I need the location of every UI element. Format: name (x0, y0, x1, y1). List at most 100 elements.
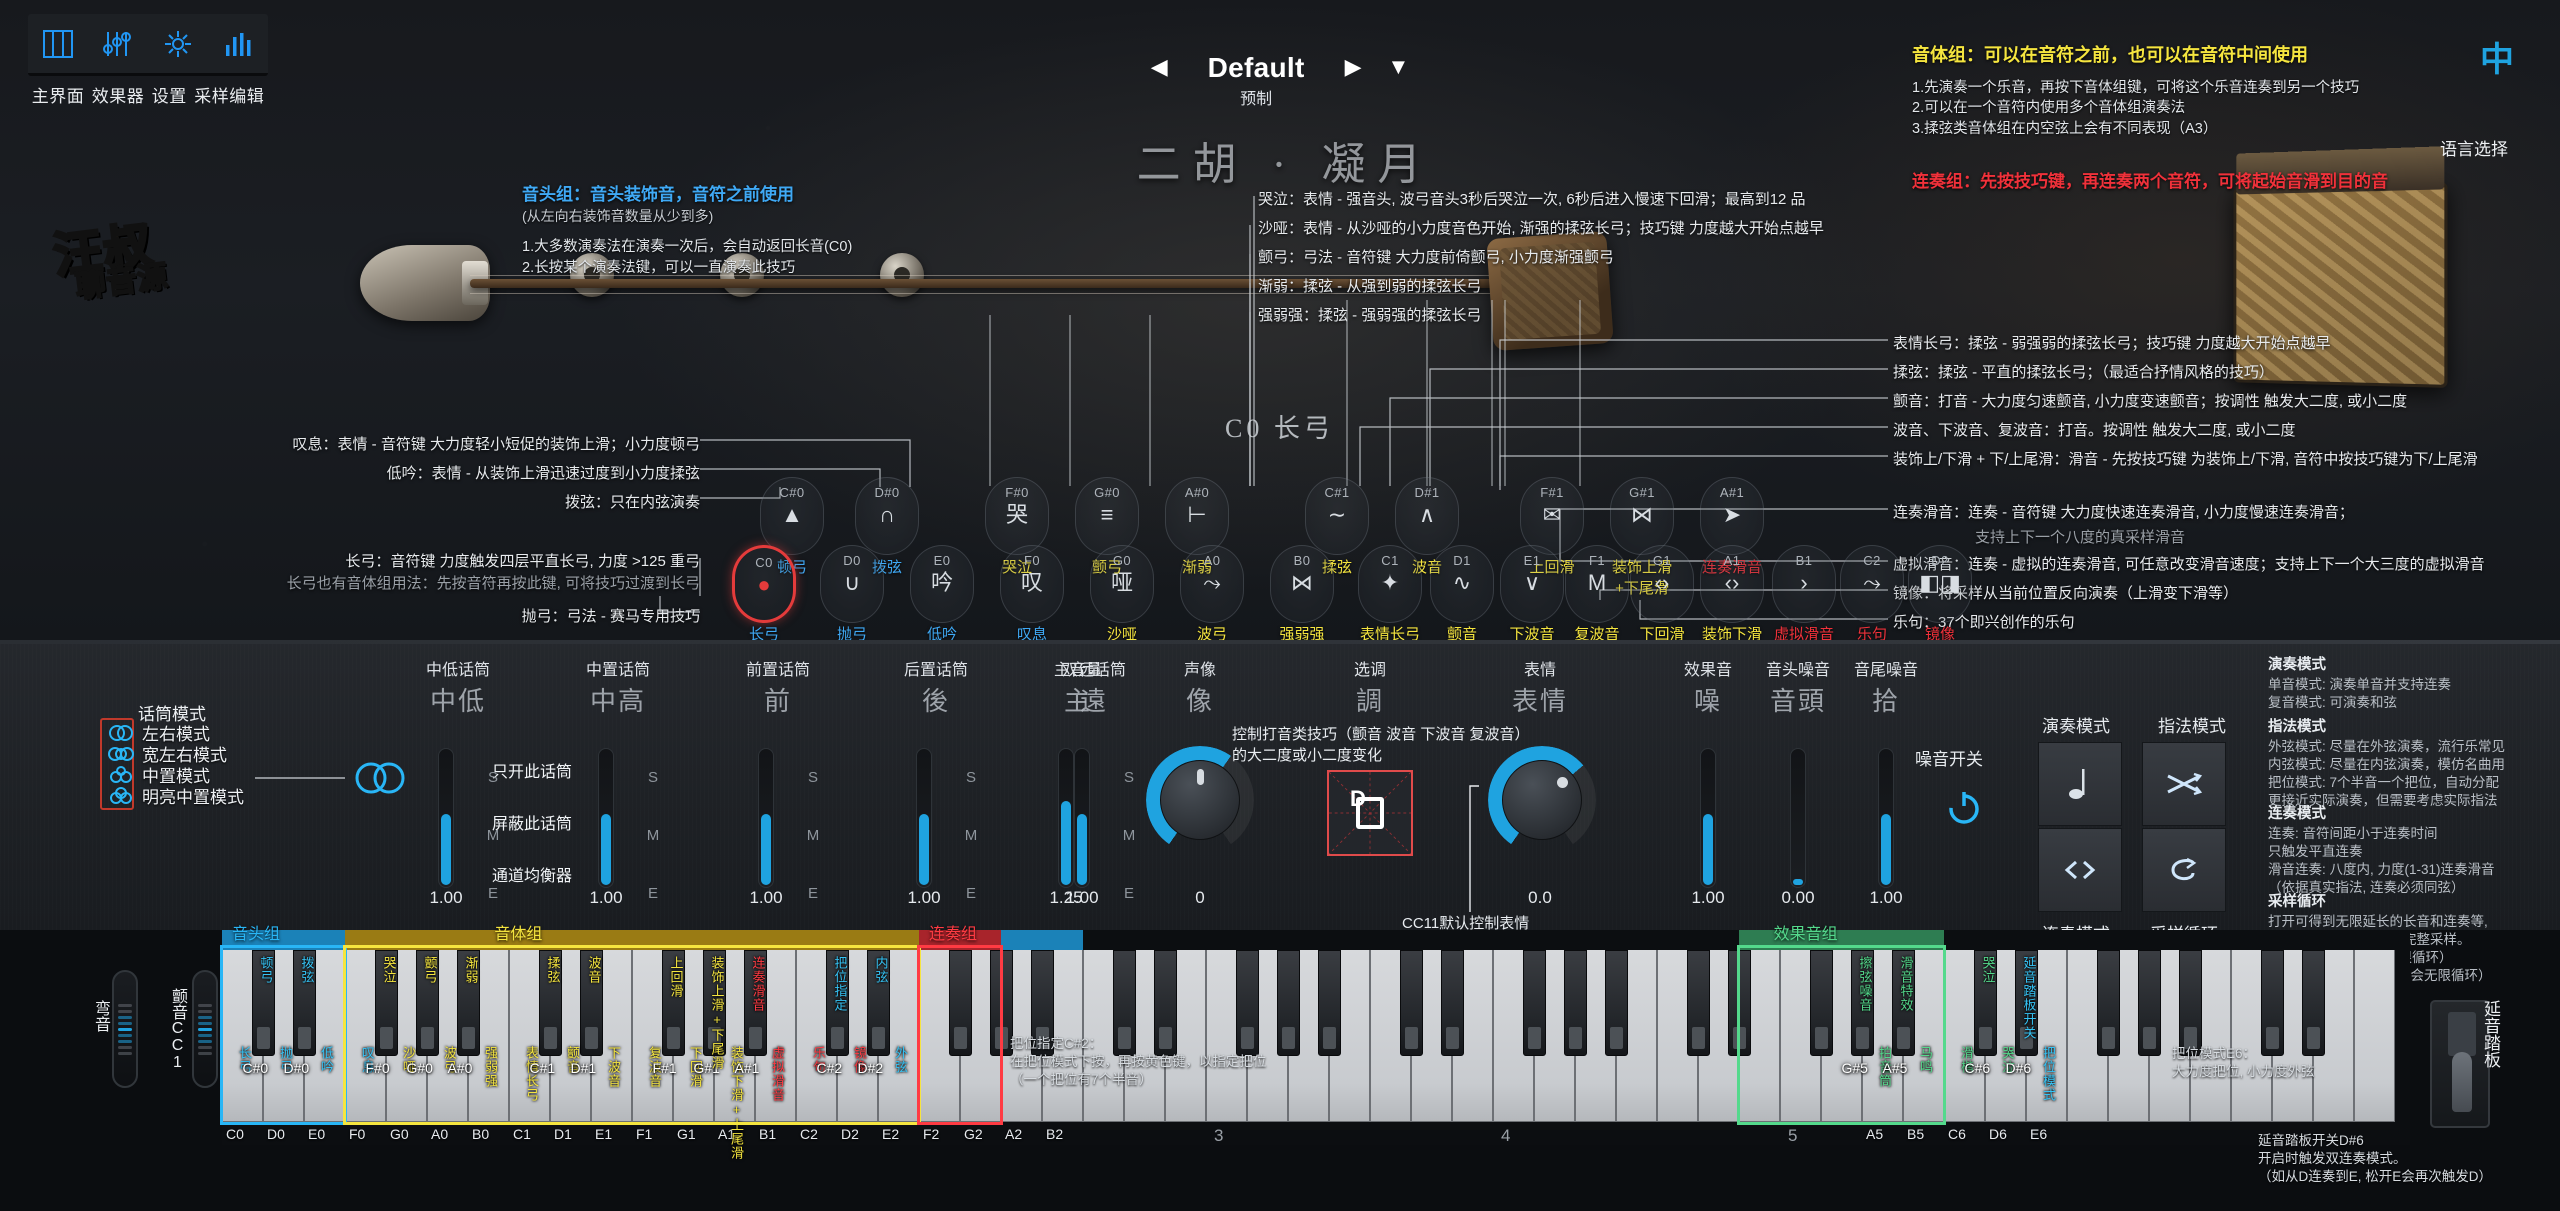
articulation-button-F1[interactable]: F1Μ (1565, 545, 1629, 623)
articulation-button-A0[interactable]: A0⤳ (1180, 545, 1244, 623)
black-key-Csharp4[interactable] (1400, 950, 1423, 1056)
black-key-Gsharp4[interactable] (1564, 950, 1587, 1056)
note-icon[interactable] (2038, 742, 2122, 826)
black-key-Dsharp7[interactable] (2302, 950, 2325, 1056)
mixer-solo-button-0[interactable]: S (482, 770, 504, 785)
mixer-fader-5[interactable] (1058, 748, 1074, 888)
nav-tab-settings[interactable]: 设置 (152, 82, 187, 107)
bars-icon[interactable] (217, 25, 259, 63)
main-navbar[interactable] (28, 14, 268, 76)
black-key-Csharp7[interactable] (2261, 950, 2284, 1056)
fx-fader-2[interactable] (1878, 748, 1894, 888)
articulation-button-A1[interactable]: A1‹› (1700, 545, 1764, 623)
mixer-solo-button-2[interactable]: S (802, 770, 824, 785)
expression-knob[interactable] (1488, 746, 1596, 854)
power-icon[interactable] (1942, 785, 1986, 829)
fx-fader-1[interactable] (1790, 748, 1806, 888)
black-key-Dsharp1[interactable] (580, 950, 603, 1056)
mic-mode-item-lr[interactable]: 左右模式 (108, 722, 244, 743)
mixer-mute-button-3[interactable]: M (960, 828, 982, 843)
mixer-fader-0[interactable] (438, 748, 454, 888)
articulation-button-Csharp1[interactable]: C#1∼ (1305, 477, 1369, 555)
articulation-button-C1[interactable]: C1✦ (1358, 545, 1422, 623)
mixer-mute-button-4[interactable]: M (1118, 828, 1140, 843)
articulation-button-E1[interactable]: E1∨ (1500, 545, 1564, 623)
piano-keyboard[interactable]: 长弓C0抛弓D0低吟E0叹息F0沙哑G0波弓A0强弱强B0表情长弓C1颤音D1下… (222, 930, 2410, 1145)
mixer-mute-button-2[interactable]: M (802, 828, 824, 843)
articulation-button-D2[interactable]: D2◧◨ (1908, 545, 1972, 623)
mod-wheel[interactable] (192, 970, 218, 1088)
articulation-button-Gsharp1[interactable]: G#1⋈ (1610, 477, 1674, 555)
black-key-Fsharp0[interactable] (375, 950, 398, 1056)
articulation-button-F0[interactable]: F0叹 (1000, 545, 1064, 623)
black-key-Dsharp4[interactable] (1441, 950, 1464, 1056)
black-key-Fsharp4[interactable] (1523, 950, 1546, 1056)
stereo-lr-icon-large[interactable] (352, 760, 408, 801)
white-key-F7[interactable] (2354, 950, 2395, 1122)
pitch-bend-wheel[interactable] (112, 970, 138, 1088)
key-select-box[interactable] (1327, 770, 1413, 856)
black-key-Asharp1[interactable] (744, 950, 767, 1056)
articulation-button-B0[interactable]: B0⋈ (1270, 545, 1334, 623)
mixer-fader-3[interactable] (916, 748, 932, 888)
fx-fader-0[interactable] (1700, 748, 1716, 888)
articulation-button-Fsharp0[interactable]: F#0哭 (985, 477, 1049, 555)
black-key-Csharp6[interactable] (1974, 950, 1997, 1056)
piano-icon[interactable] (37, 25, 79, 63)
mic-mode-list[interactable]: 左右模式 宽左右模式 中置模式 明亮中置模式 (108, 722, 244, 806)
mixer-mute-button-0[interactable]: M (482, 828, 504, 843)
black-key-Fsharp1[interactable] (662, 950, 685, 1056)
articulation-button-Dsharp0[interactable]: D#0∩ (855, 477, 919, 555)
black-key-Fsharp5[interactable] (1810, 950, 1833, 1056)
black-key-Dsharp6[interactable] (2015, 950, 2038, 1056)
preset-prev-button[interactable]: ◀ (1151, 52, 1168, 82)
black-key-Dsharp2[interactable] (867, 950, 890, 1056)
nav-tab-sample-edit[interactable]: 采样编辑 (194, 82, 264, 107)
black-key-Dsharp0[interactable] (293, 950, 316, 1056)
loop-icon[interactable] (2142, 828, 2226, 912)
preset-menu-button[interactable]: ▼ (1388, 52, 1410, 82)
mixer-mute-button-1[interactable]: M (642, 828, 664, 843)
articulation-button-Fsharp1[interactable]: F#1✉ (1520, 477, 1584, 555)
black-key-Gsharp3[interactable] (1277, 950, 1300, 1056)
shuffle-icon[interactable] (2142, 742, 2226, 826)
articulation-button-Dsharp1[interactable]: D#1∧ (1395, 477, 1459, 555)
mixer-solo-button-4[interactable]: S (1118, 770, 1140, 785)
black-key-Asharp0[interactable] (457, 950, 480, 1056)
expression-knob-cap[interactable] (1502, 760, 1582, 840)
mixer-icon[interactable] (97, 25, 139, 63)
mic-mode-item-center[interactable]: 中置模式 (108, 764, 244, 785)
articulation-button-D0[interactable]: D0∪ (820, 545, 884, 623)
black-key-Csharp2[interactable] (826, 950, 849, 1056)
preset-selector[interactable]: ◀ Default 预制 ▶ ▼ (1020, 52, 1540, 109)
articulation-button-G0[interactable]: G0哑 (1090, 545, 1154, 623)
nav-tab-effects[interactable]: 效果器 (92, 82, 145, 107)
black-key-Fsharp6[interactable] (2097, 950, 2120, 1056)
black-key-Csharp1[interactable] (539, 950, 562, 1056)
articulation-button-C0[interactable]: C0● (732, 545, 796, 623)
articulation-button-E0[interactable]: E0吟 (910, 545, 974, 623)
articulation-button-Asharp1[interactable]: A#1➤ (1700, 477, 1764, 555)
mixer-solo-button-1[interactable]: S (642, 770, 664, 785)
black-key-Asharp4[interactable] (1605, 950, 1628, 1056)
mixer-fader-2[interactable] (758, 748, 774, 888)
pan-knob-cap[interactable] (1160, 760, 1240, 840)
gear-icon[interactable] (157, 25, 199, 63)
black-key-Csharp5[interactable] (1687, 950, 1710, 1056)
articulation-button-G1[interactable]: G1‹› (1630, 545, 1694, 623)
articulation-button-Csharp0[interactable]: C#0▲ (760, 477, 824, 555)
mic-mode-item-wide-lr[interactable]: 宽左右模式 (108, 743, 244, 764)
articulation-button-C2[interactable]: C2⤳ (1840, 545, 1904, 623)
chevrons-icon[interactable] (2038, 828, 2122, 912)
black-key-Gsharp6[interactable] (2138, 950, 2161, 1056)
articulation-button-B1[interactable]: B1› (1772, 545, 1836, 623)
black-key-Gsharp0[interactable] (416, 950, 439, 1056)
black-key-Asharp6[interactable] (2179, 950, 2202, 1056)
black-key-Asharp5[interactable] (1892, 950, 1915, 1056)
articulation-button-Gsharp0[interactable]: G#0≡ (1075, 477, 1139, 555)
black-key-Fsharp2[interactable] (949, 950, 972, 1056)
black-key-Gsharp5[interactable] (1851, 950, 1874, 1056)
mixer-fader-4[interactable] (1074, 748, 1090, 888)
articulation-button-Asharp0[interactable]: A#0⊢ (1165, 477, 1229, 555)
mic-mode-item-bright-center[interactable]: 明亮中置模式 (108, 785, 244, 806)
